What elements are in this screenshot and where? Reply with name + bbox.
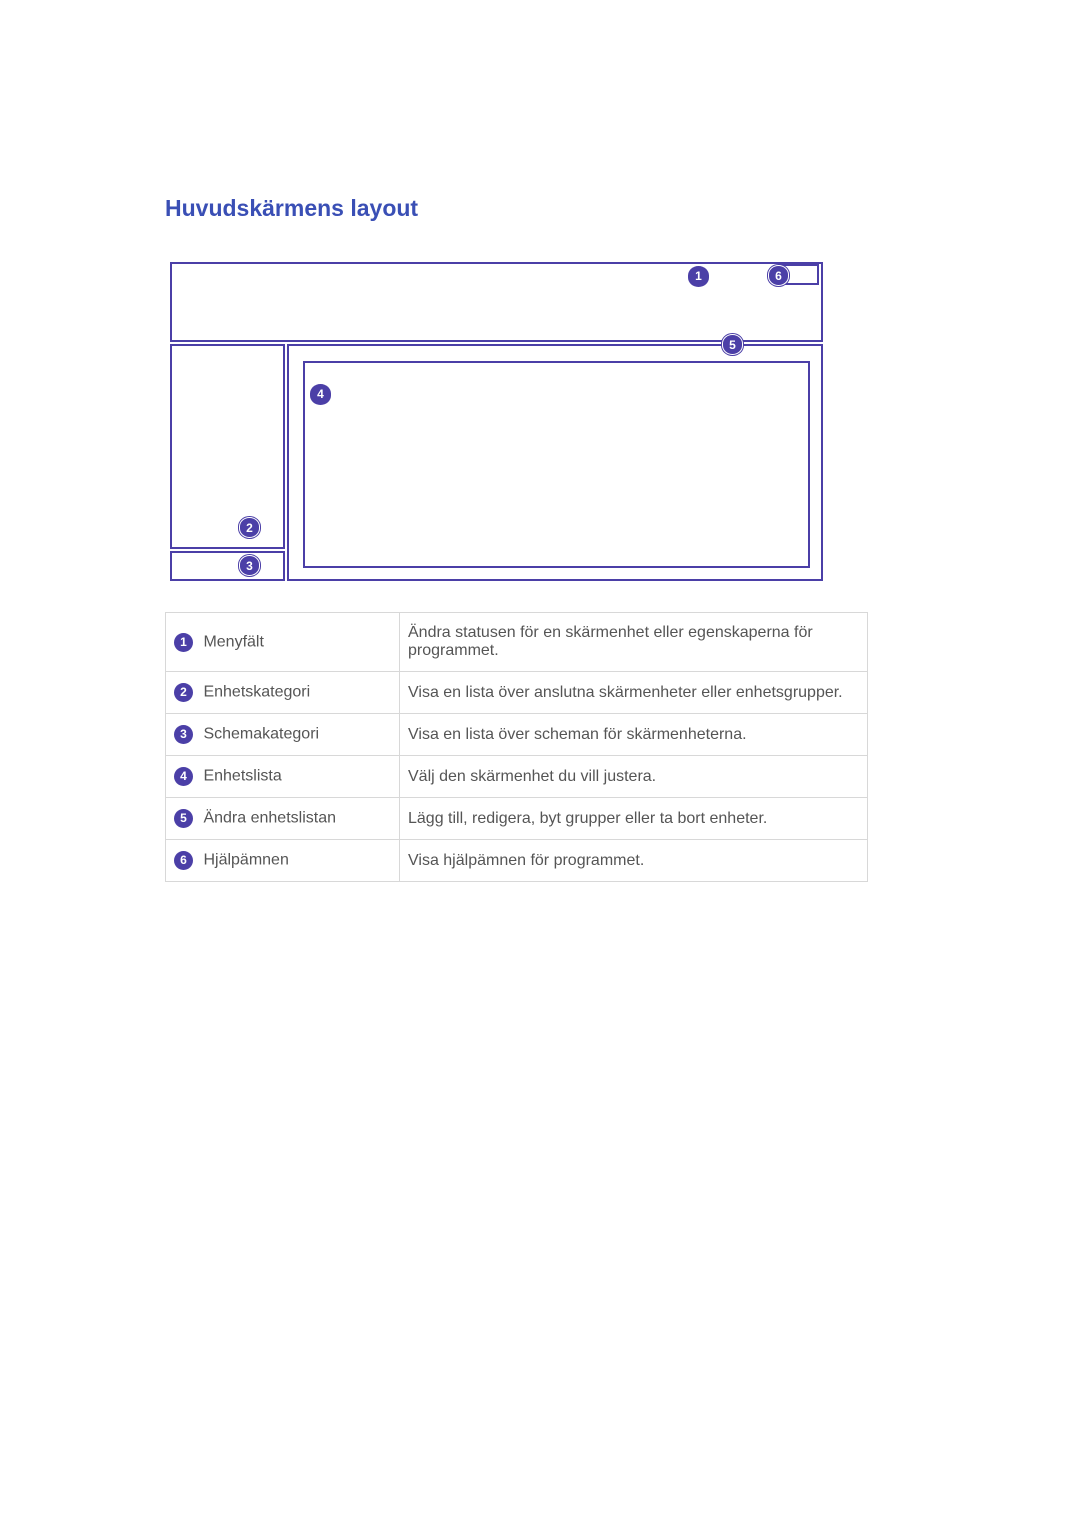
table-row: 3 Schemakategori Visa en lista över sche… (166, 714, 868, 756)
legend-badge: 4 (174, 767, 193, 786)
table-row: 6 Hjälpämnen Visa hjälpämnen för program… (166, 840, 868, 882)
diagram-badge-3: 3 (239, 555, 260, 576)
diagram-box-menubar (170, 262, 823, 342)
table-row: 4 Enhetslista Välj den skärmenhet du vil… (166, 756, 868, 798)
diagram-badge-1: 1 (688, 266, 709, 287)
legend-description: Visa en lista över anslutna skärmenheter… (400, 672, 868, 714)
table-row: 5 Ändra enhetslistan Lägg till, redigera… (166, 798, 868, 840)
layout-diagram: 1 6 5 4 2 3 (170, 262, 823, 582)
diagram-box-device-category (170, 344, 285, 549)
legend-badge: 2 (174, 683, 193, 702)
legend-badge: 3 (174, 725, 193, 744)
diagram-box-schedule-category (170, 551, 285, 581)
legend-badge: 1 (174, 633, 193, 652)
diagram-badge-5: 5 (722, 334, 743, 355)
document-page: Huvudskärmens layout 1 6 5 4 2 3 1 Menyf… (0, 0, 1080, 1527)
legend-label: Menyfält (203, 633, 263, 650)
legend-badge: 5 (174, 809, 193, 828)
legend-label: Enhetskategori (203, 684, 310, 701)
legend-label: Ändra enhetslistan (203, 810, 336, 827)
legend-label: Enhetslista (203, 768, 281, 785)
section-heading: Huvudskärmens layout (165, 195, 920, 222)
table-row: 2 Enhetskategori Visa en lista över ansl… (166, 672, 868, 714)
legend-description: Visa hjälpämnen för programmet. (400, 840, 868, 882)
legend-badge: 6 (174, 851, 193, 870)
diagram-badge-2: 2 (239, 517, 260, 538)
legend-description: Ändra statusen för en skärmenhet eller e… (400, 613, 868, 672)
legend-description: Lägg till, redigera, byt grupper eller t… (400, 798, 868, 840)
legend-label: Schemakategori (203, 726, 319, 743)
legend-table: 1 Menyfält Ändra statusen för en skärmen… (165, 612, 868, 882)
legend-description: Välj den skärmenhet du vill justera. (400, 756, 868, 798)
diagram-badge-4: 4 (310, 384, 331, 405)
diagram-box-device-list-inner (303, 361, 810, 568)
legend-label: Hjälpämnen (203, 852, 288, 869)
table-row: 1 Menyfält Ändra statusen för en skärmen… (166, 613, 868, 672)
diagram-badge-6: 6 (768, 265, 789, 286)
legend-description: Visa en lista över scheman för skärmenhe… (400, 714, 868, 756)
